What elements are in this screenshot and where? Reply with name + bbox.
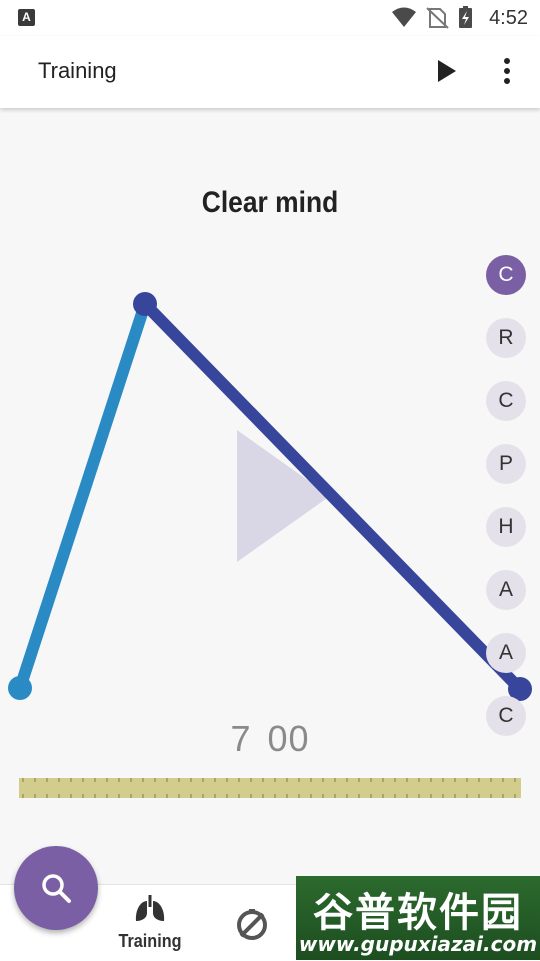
phase-chip[interactable]: H	[486, 507, 526, 547]
no-sim-icon	[426, 7, 449, 29]
graph-point-peak	[133, 292, 157, 316]
watermark-url: www.gupuxiazai.com	[298, 932, 538, 956]
training-screen: Clear mind C R C P H A A C 7 00	[0, 108, 540, 884]
phase-chip[interactable]: C	[486, 255, 526, 295]
breathing-graph	[8, 292, 532, 701]
search-fab[interactable]	[14, 846, 98, 930]
exhale-line	[139, 298, 526, 695]
watermark-title: 谷普软件园	[313, 890, 523, 936]
notification-a-icon: A	[18, 9, 35, 26]
phase-chip[interactable]: A	[486, 570, 526, 610]
search-icon	[42, 874, 71, 903]
inhale-line	[14, 298, 151, 694]
phase-chip[interactable]: R	[486, 318, 526, 358]
phase-chip[interactable]: A	[486, 633, 526, 673]
phase-list: C R C P H A A C	[486, 255, 528, 759]
clock: 4:52	[489, 7, 528, 29]
nav-item-training[interactable]: Training	[110, 885, 190, 961]
battery-charging-icon	[459, 6, 472, 28]
wifi-icon	[392, 7, 416, 27]
nav-item-timer[interactable]	[220, 885, 284, 961]
no-timer-icon	[237, 909, 267, 940]
progress-ticks	[22, 778, 516, 798]
status-icons	[390, 6, 482, 35]
page-title: Training	[38, 58, 117, 83]
status-bar: A 4:52	[0, 0, 540, 36]
timer-seconds: 00	[267, 718, 310, 759]
nav-label-training: Training	[118, 931, 182, 951]
phase-chip[interactable]: P	[486, 444, 526, 484]
more-vert-icon[interactable]	[492, 56, 522, 86]
timer: 7 00	[0, 718, 540, 760]
lungs-icon	[135, 895, 165, 921]
graph-point-start	[8, 676, 32, 700]
app-bar: Training	[0, 36, 540, 108]
progress-track[interactable]	[19, 778, 521, 798]
play-icon[interactable]	[434, 56, 460, 86]
timer-minutes: 7	[230, 718, 252, 759]
phase-chip[interactable]: C	[486, 381, 526, 421]
watermark-logo: 谷普软件园 www.gupuxiazai.com	[296, 876, 540, 960]
